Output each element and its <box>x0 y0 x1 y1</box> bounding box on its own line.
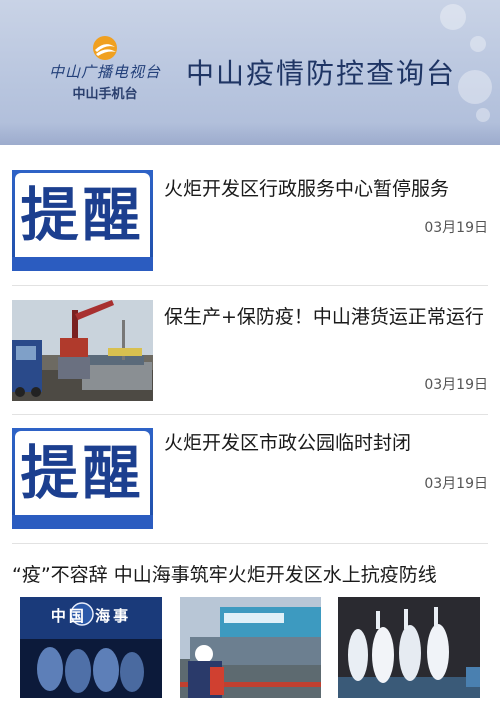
ship-inspection-photo-icon <box>180 597 321 698</box>
news-item[interactable]: 提醒 火炬开发区行政服务中心暂停服务 03月19日 <box>12 170 488 272</box>
thumbnail-band <box>12 515 153 529</box>
news-date: 03月19日 <box>424 377 488 393</box>
divider <box>12 285 488 286</box>
page-title: 中山疫情防控查询台 <box>186 57 457 90</box>
logo-subtitle: 中山手机台 <box>72 87 138 102</box>
thumbnail-band <box>12 257 153 271</box>
decor-bubble <box>470 36 486 52</box>
port-cargo-image <box>12 300 153 401</box>
news-date: 03月19日 <box>424 476 488 492</box>
gallery-image-ship[interactable] <box>180 597 321 698</box>
maritime-signage-text: 中国 海事 <box>50 607 132 625</box>
news-date: 03月19日 <box>424 220 488 236</box>
decor-bubble <box>440 4 466 30</box>
flame-logo-icon <box>93 36 117 60</box>
reminder-thumbnail: 提醒 <box>12 428 153 529</box>
reminder-label: 提醒 <box>20 439 145 507</box>
news-title[interactable]: 火炬开发区市政公园临时封闭 <box>164 428 484 459</box>
news-title[interactable]: 火炬开发区行政服务中心暂停服务 <box>164 174 484 205</box>
news-item[interactable]: 保生产+保防疫！中山港货运正常运行 03月19日 <box>12 300 488 402</box>
gallery-title[interactable]: “疫”不容辞 中山海事筑牢火炬开发区水上抗疫防线 <box>12 560 437 587</box>
divider <box>12 414 488 415</box>
gallery-image-team[interactable] <box>338 597 480 698</box>
logo-text: 中山广播电视台 <box>48 63 161 81</box>
divider <box>12 543 488 544</box>
news-item[interactable]: 提醒 火炬开发区市政公园临时封闭 03月19日 <box>12 428 488 530</box>
header-banner: 中山广播电视台 中山手机台 中山疫情防控查询台 <box>0 0 500 145</box>
station-logo: 中山广播电视台 中山手机台 <box>40 35 170 107</box>
gallery-image-maritime[interactable]: 中国 海事 <box>20 597 162 698</box>
decor-bubble <box>458 70 492 104</box>
decor-bubble <box>476 108 490 122</box>
reminder-label: 提醒 <box>20 181 145 249</box>
port-photo-icon <box>12 300 153 401</box>
protective-suits-photo-icon <box>338 597 480 698</box>
news-title[interactable]: 保生产+保防疫！中山港货运正常运行 <box>164 302 484 333</box>
header-shade <box>0 123 500 145</box>
reminder-thumbnail: 提醒 <box>12 170 153 271</box>
